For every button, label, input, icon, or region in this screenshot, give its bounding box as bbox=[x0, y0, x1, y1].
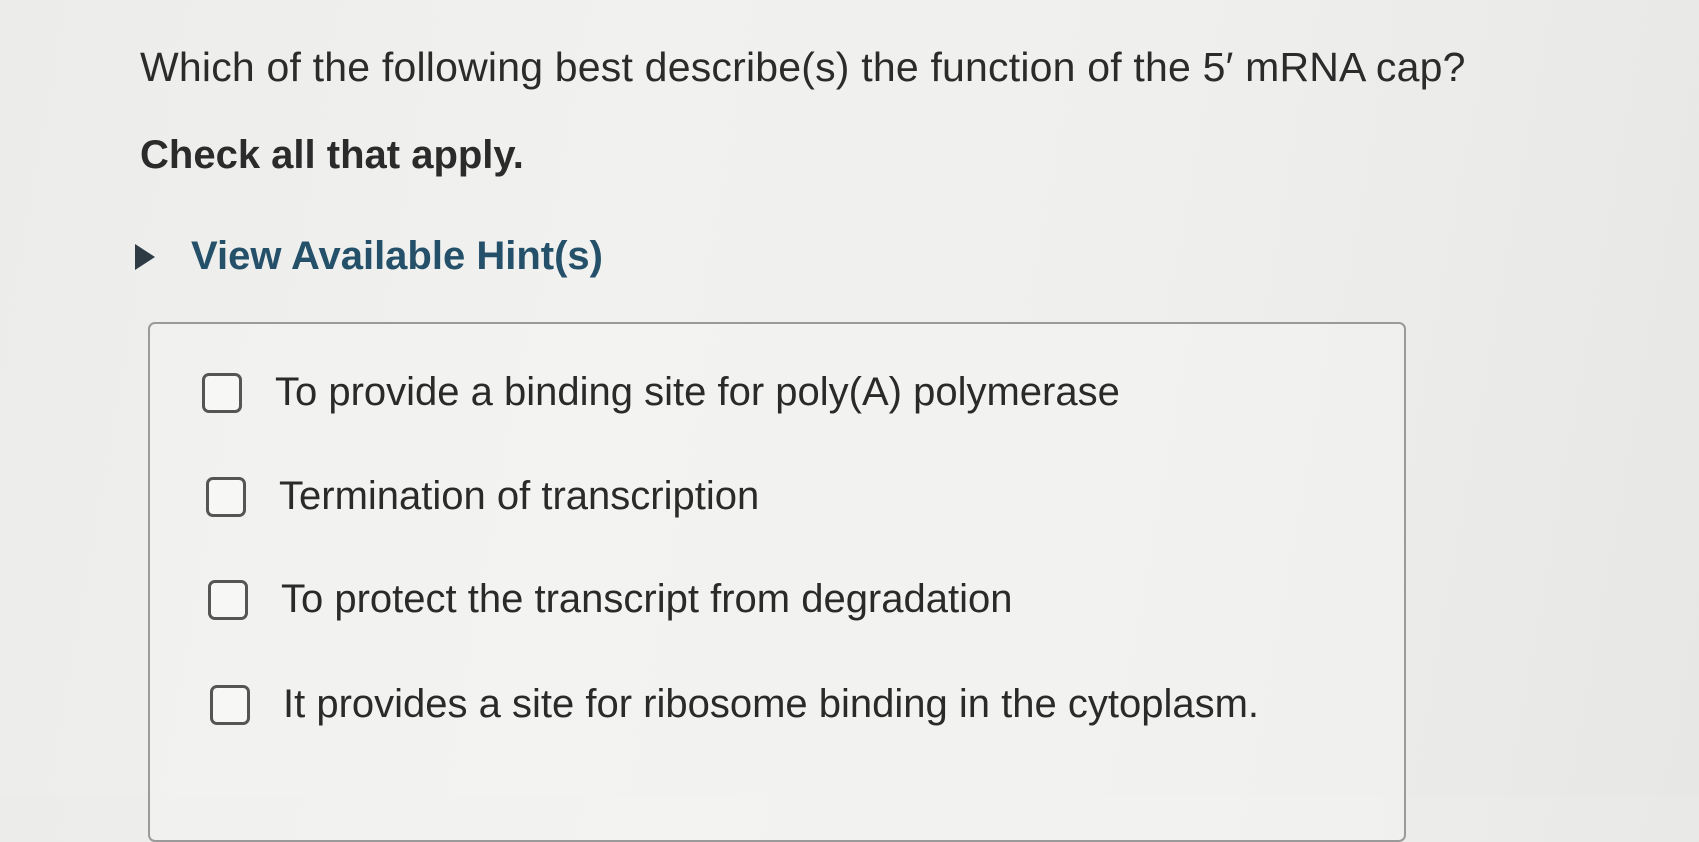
option-4-label: It provides a site for ribosome binding … bbox=[283, 682, 1260, 726]
option-2-label: Termination of transcription bbox=[279, 474, 760, 518]
option-3-label: To protect the transcript from degradati… bbox=[281, 577, 1013, 621]
view-hints-toggle[interactable]: View Available Hint(s) bbox=[135, 234, 603, 279]
option-3[interactable]: To protect the transcript from degradati… bbox=[208, 577, 1012, 622]
triangle-right-icon bbox=[135, 243, 155, 270]
option-1[interactable]: To provide a binding site for poly(A) po… bbox=[202, 370, 1120, 415]
instruction-text: Check all that apply. bbox=[140, 133, 524, 177]
view-hints-label: View Available Hint(s) bbox=[191, 234, 603, 278]
option-4-checkbox[interactable] bbox=[210, 684, 250, 725]
question-text: Which of the following best describe(s) … bbox=[140, 44, 1466, 90]
option-3-checkbox[interactable] bbox=[208, 579, 248, 620]
option-2[interactable]: Termination of transcription bbox=[206, 474, 759, 519]
option-2-checkbox[interactable] bbox=[206, 476, 246, 517]
option-1-checkbox[interactable] bbox=[202, 372, 242, 413]
option-4[interactable]: It provides a site for ribosome binding … bbox=[210, 682, 1259, 727]
answer-options-box: To provide a binding site for poly(A) po… bbox=[148, 322, 1406, 842]
option-1-label: To provide a binding site for poly(A) po… bbox=[275, 370, 1120, 414]
